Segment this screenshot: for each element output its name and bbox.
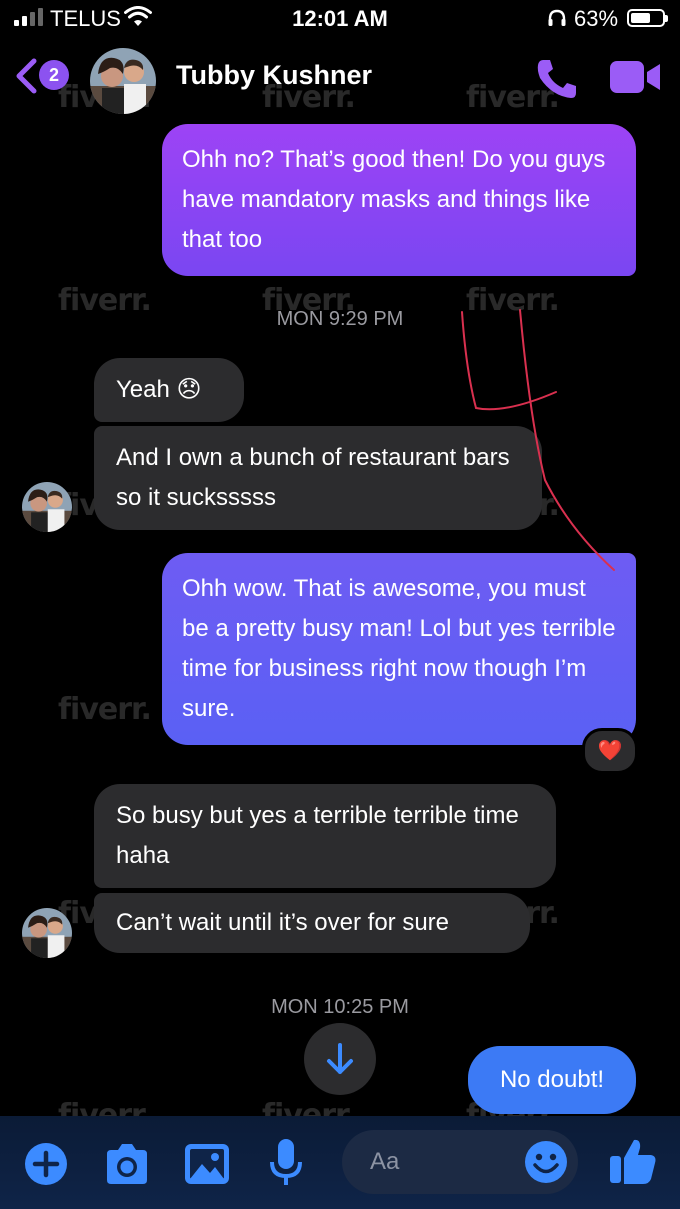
battery-percent: 63% (574, 6, 619, 31)
headphones-icon (548, 9, 566, 26)
avatar[interactable] (90, 48, 156, 114)
status-bar: TELUS 12:01 AM 63% (0, 0, 680, 38)
message-outgoing[interactable]: No doubt! (468, 1046, 636, 1114)
phone-icon[interactable] (534, 56, 580, 102)
avatar[interactable] (22, 908, 72, 958)
message-incoming[interactable]: And I own a bunch of restaurant bars so … (94, 426, 542, 530)
emoji-icon[interactable] (524, 1140, 568, 1184)
message-incoming[interactable]: Yeah 😞 (94, 358, 244, 422)
arrow-down-icon (327, 1043, 353, 1074)
message-incoming[interactable]: Can’t wait until it’s over for sure (94, 893, 530, 953)
thumbs-up-icon[interactable] (608, 1136, 658, 1186)
message-outgoing[interactable]: Ohh no? That’s good then! Do you guys ha… (162, 124, 636, 276)
messenger-screen: fiverr. fiverr. fiverr. fiverr. fiverr. … (0, 0, 680, 1209)
contact-name[interactable]: Tubby Kushner (176, 60, 372, 91)
video-camera-icon[interactable] (610, 59, 662, 95)
message-input[interactable]: Aa (342, 1130, 578, 1194)
unread-badge[interactable]: 2 (39, 60, 69, 90)
back-chevron-icon[interactable] (14, 58, 38, 94)
message-outgoing[interactable]: Ohh wow. That is awesome, you must be a … (162, 553, 636, 745)
scroll-to-bottom-button[interactable] (304, 1023, 376, 1095)
heart-reaction[interactable]: ❤️ (582, 728, 638, 774)
avatar[interactable] (22, 482, 72, 532)
plus-icon[interactable] (24, 1142, 68, 1186)
message-input-placeholder: Aa (370, 1148, 400, 1175)
microphone-icon[interactable] (268, 1138, 304, 1188)
conversation-header: 2 Tubby Kushner (0, 40, 680, 120)
watermark: fiverr. (58, 692, 152, 727)
image-icon[interactable] (184, 1142, 230, 1186)
message-timestamp: MON 9:29 PM (276, 308, 404, 330)
camera-icon[interactable] (103, 1142, 151, 1186)
heart-icon: ❤️ (597, 740, 623, 762)
composer-bar: Aa (0, 1116, 680, 1209)
battery-icon (627, 9, 668, 27)
battery-fill (631, 13, 650, 23)
message-incoming[interactable]: So busy but yes a terrible terrible time… (94, 784, 556, 888)
message-timestamp: MON 10:25 PM (271, 996, 409, 1018)
